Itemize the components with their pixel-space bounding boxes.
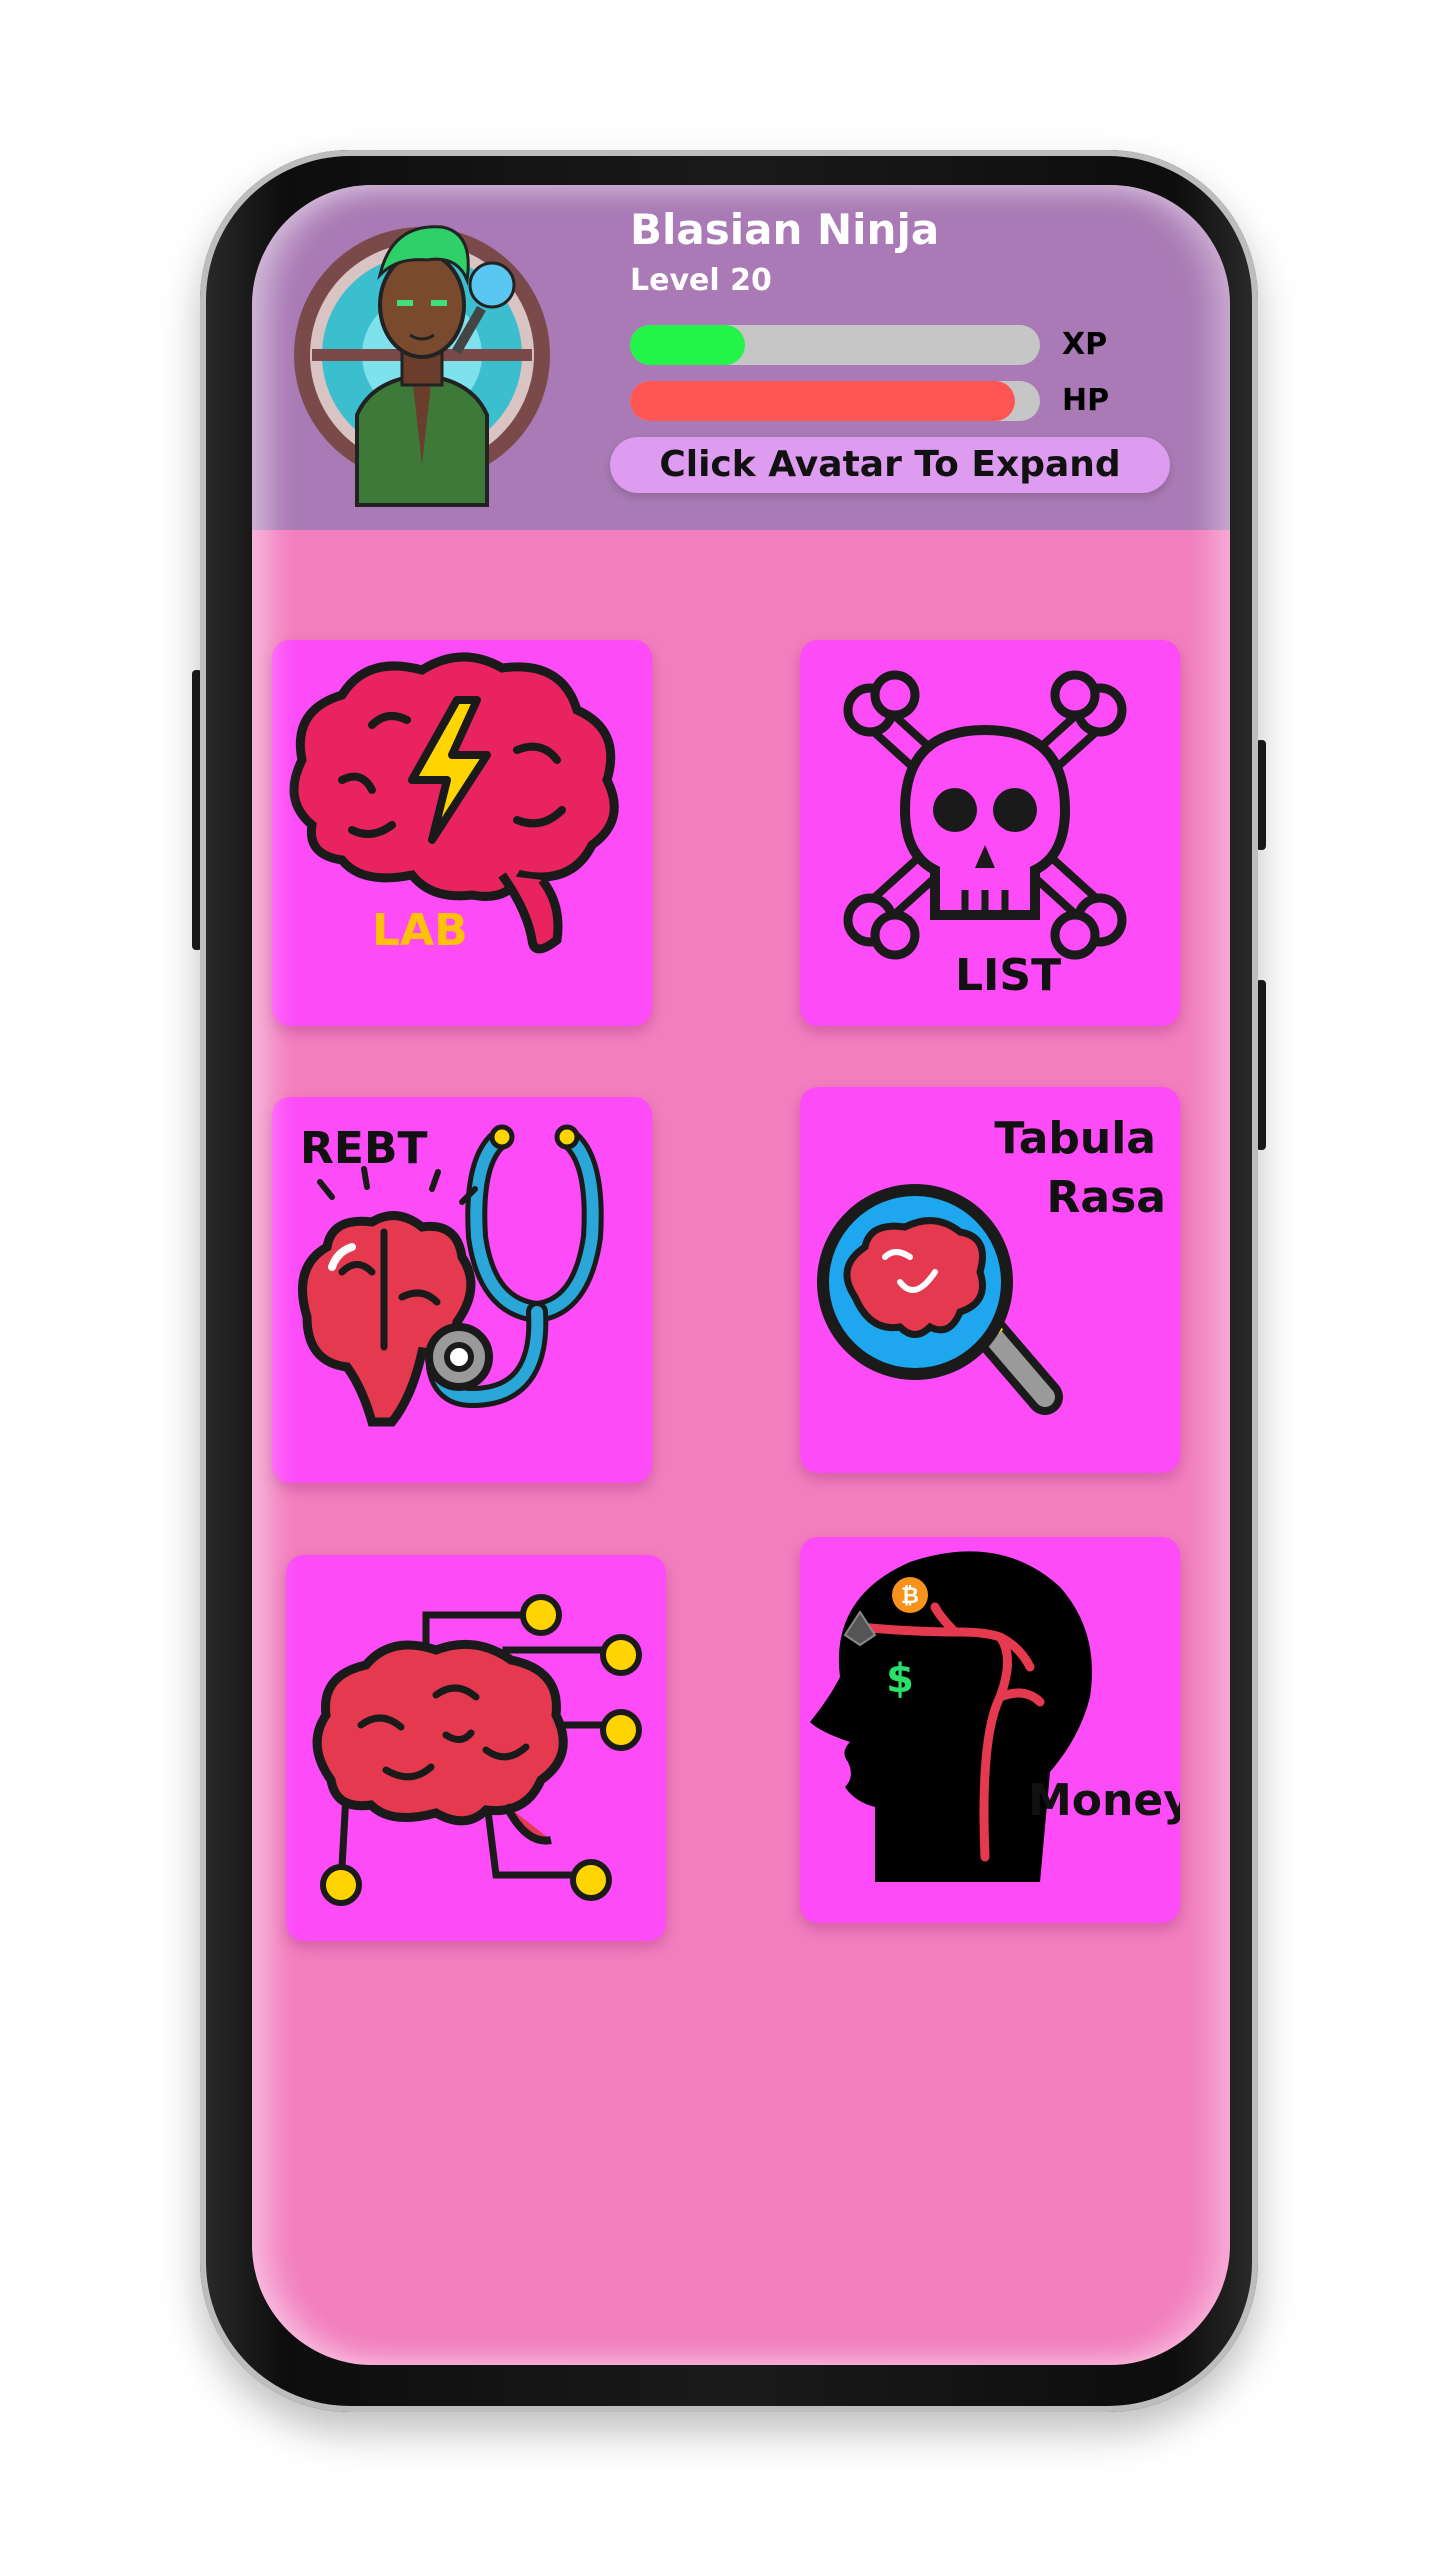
tile-lab[interactable]: LAB: [272, 640, 652, 1026]
tile-list-label: LIST: [955, 950, 1062, 1001]
hp-bar-fill: [630, 381, 1016, 421]
tile-list[interactable]: LIST: [800, 640, 1180, 1026]
tile-tabula-label-2: Rasa: [1046, 1172, 1166, 1223]
tile-neural[interactable]: [286, 1555, 666, 1941]
hp-bar: [630, 381, 1040, 421]
head-crypto-icon: ₿ $: [810, 1551, 1092, 1882]
expand-avatar-button[interactable]: Click Avatar To Expand: [610, 437, 1170, 493]
svg-text:$: $: [886, 1656, 914, 1702]
xp-bar-fill: [630, 325, 745, 365]
hp-label: HP: [1062, 383, 1110, 418]
tile-money-label: Money: [1028, 1775, 1180, 1826]
brain-lightning-icon: [289, 652, 619, 954]
xp-bar: [630, 325, 1040, 365]
tile-lab-label: LAB: [372, 905, 468, 956]
profile-header: Blasian Ninja Level 20 XP HP Click Avata…: [252, 185, 1230, 530]
tile-tabula-rasa[interactable]: Tabula Rasa: [800, 1087, 1180, 1473]
username: Blasian Ninja: [630, 205, 940, 254]
tile-rebt[interactable]: REBT: [272, 1097, 652, 1483]
tile-rebt-label: REBT: [300, 1123, 428, 1174]
avatar-image: [294, 225, 550, 507]
svg-text:₿: ₿: [901, 1584, 919, 1609]
tile-tabula-label-1: Tabula: [994, 1113, 1156, 1164]
app-screen: Blasian Ninja Level 20 XP HP Click Avata…: [252, 185, 1230, 2365]
level-text: Level 20: [630, 263, 772, 298]
brain-circuit-icon: [312, 1594, 642, 1906]
avatar[interactable]: [292, 205, 562, 515]
tile-money[interactable]: ₿ $ Money: [800, 1537, 1180, 1923]
xp-label: XP: [1062, 327, 1108, 362]
